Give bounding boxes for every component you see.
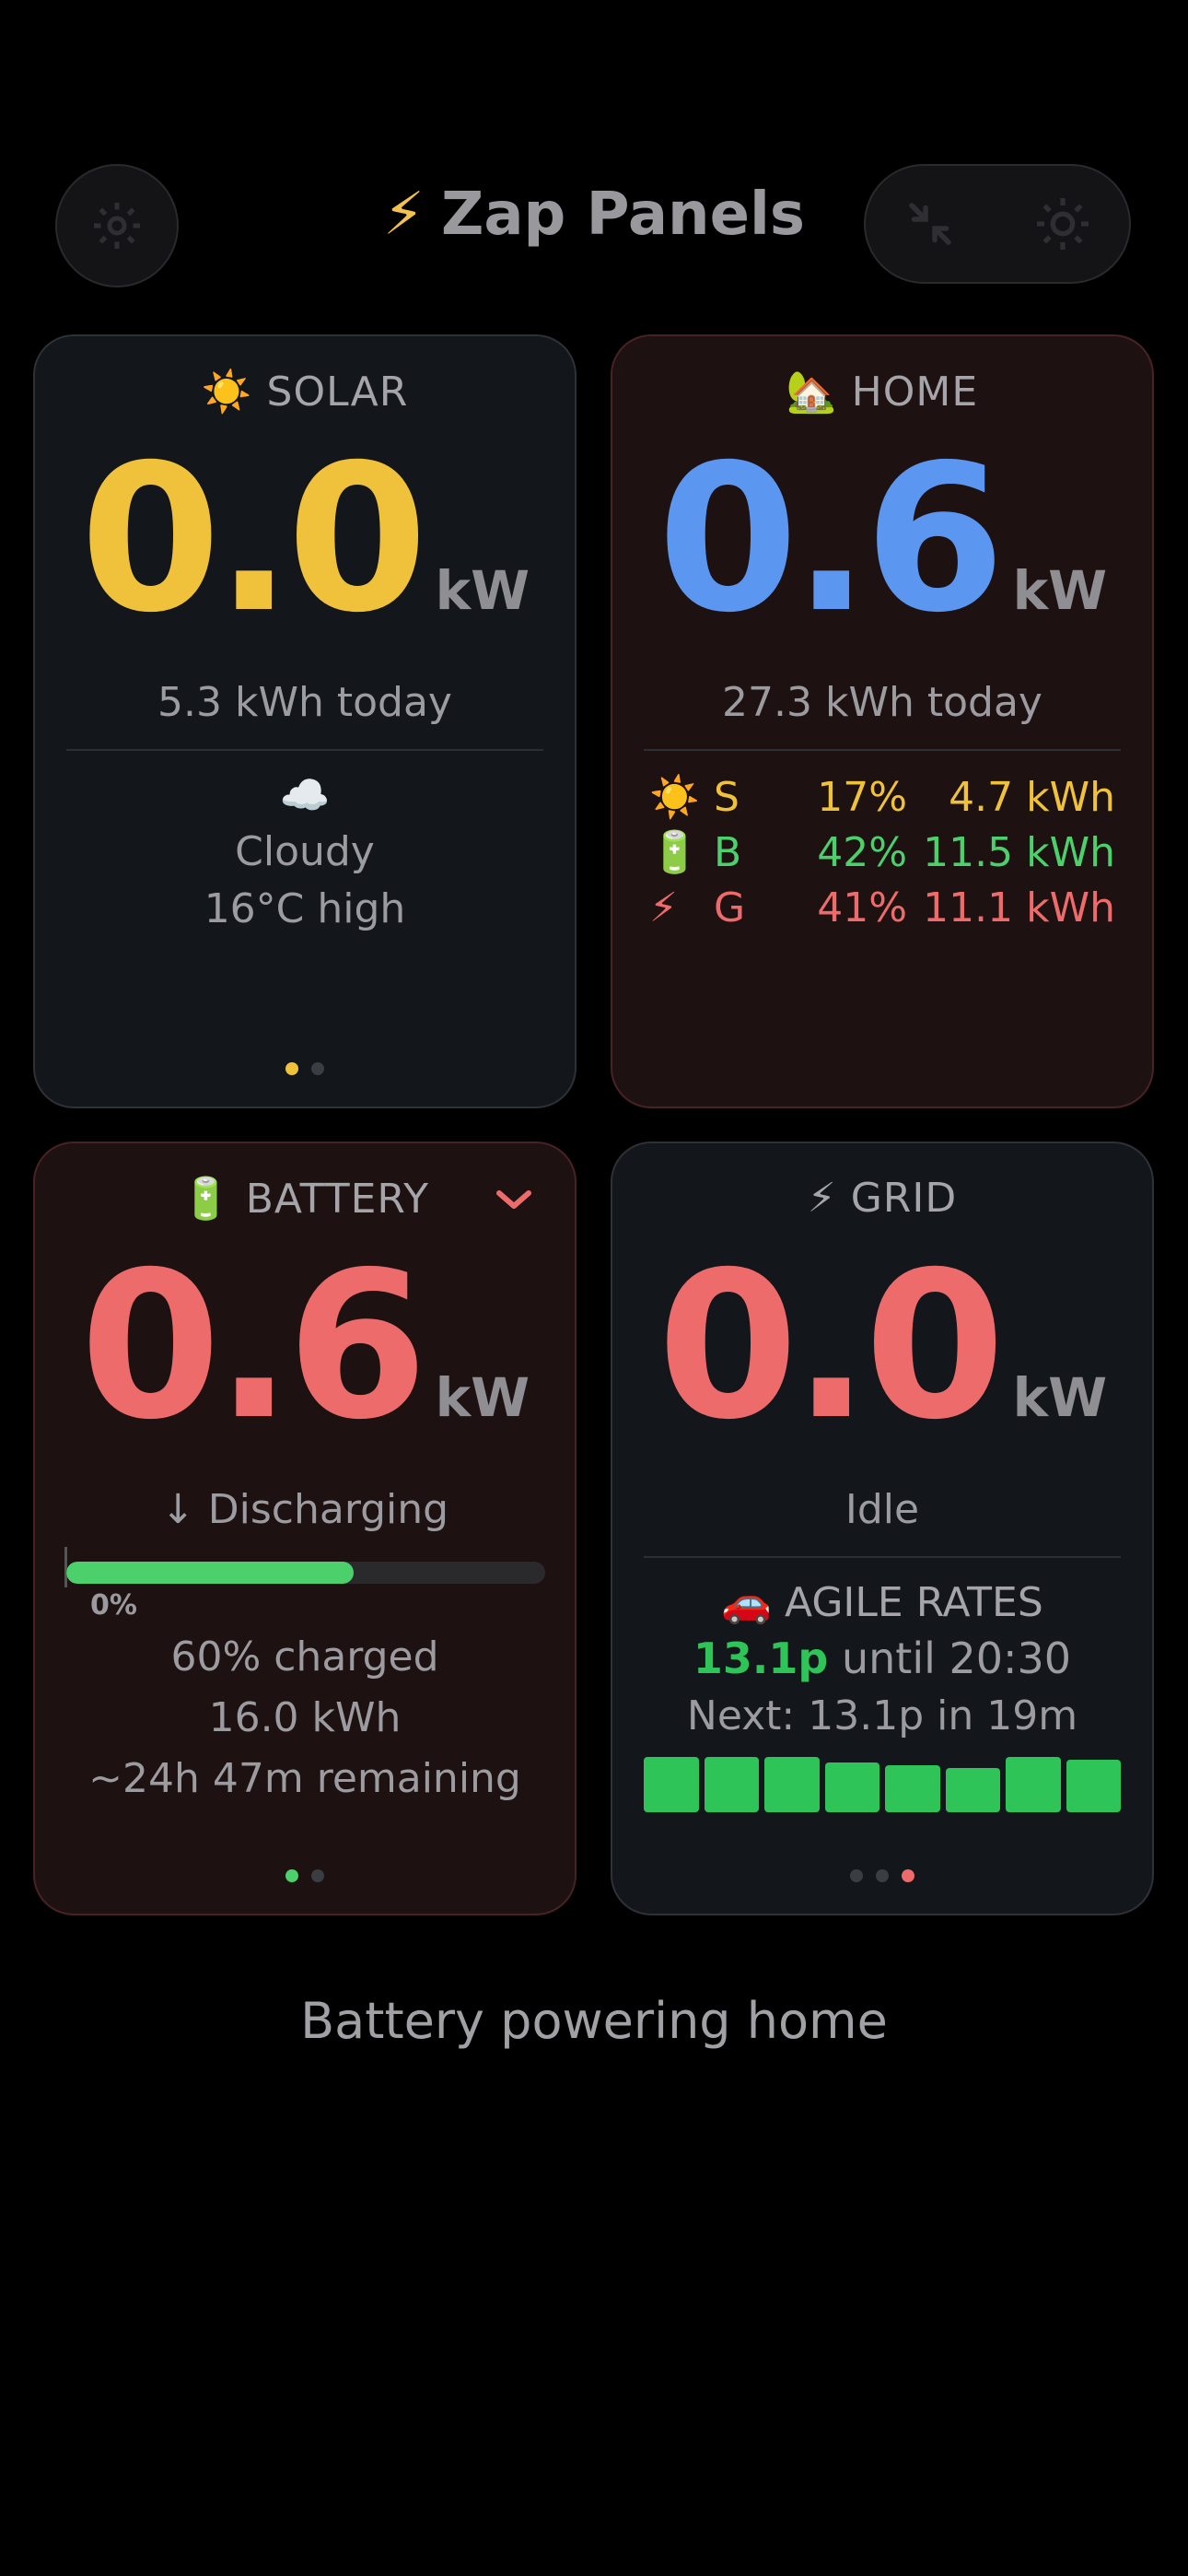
rate-bars [644, 1757, 1121, 1812]
page-dot-active [902, 1869, 914, 1882]
home-today: 27.3 kWh today [722, 679, 1042, 726]
solar-today: 5.3 kWh today [157, 679, 452, 726]
bolt-icon: ⚡ [807, 1175, 837, 1222]
battery-card[interactable]: 🔋 BATTERY 0.6 kW ↓ Discharging 0% 60% cha… [33, 1142, 577, 1915]
weather-condition: Cloudy [235, 828, 375, 875]
weather-high: 16°C high [204, 885, 406, 932]
mix-percent: 17% [817, 773, 907, 821]
mix-row-battery: 🔋 B 42% 11.5 kWh [649, 825, 1115, 880]
mix-row-solar: ☀️ S 17% 4.7 kWh [649, 769, 1115, 825]
rate-bar [824, 1762, 879, 1812]
charge-bar-fill [66, 1562, 354, 1584]
energy-mix: ☀️ S 17% 4.7 kWh 🔋 B 42% 11.5 kWh ⚡ G 41… [649, 769, 1115, 935]
house-icon: 🏡 [786, 369, 838, 416]
rate-bar [644, 1757, 699, 1812]
home-card-header: 🏡 HOME [612, 368, 1152, 416]
charge-bar-tick: 0% [90, 1589, 137, 1622]
divider [644, 1556, 1121, 1558]
next-rate: Next: 13.1p in 19m [686, 1692, 1078, 1739]
grid-card[interactable]: ⚡ GRID 0.0 kW Idle 🚗 AGILE RATES 13.1p un… [611, 1142, 1154, 1915]
page-indicator[interactable] [35, 1062, 575, 1075]
rate-bar [704, 1757, 759, 1812]
current-rate: 13.1p until 20:30 [612, 1633, 1152, 1683]
charge-bar [66, 1562, 545, 1584]
rates-header: 🚗 AGILE RATES [612, 1578, 1152, 1626]
mix-percent: 42% [817, 828, 907, 876]
app-title: Zap Panels [440, 181, 805, 249]
battery-energy: 16.0 kWh [208, 1694, 402, 1741]
rate-bar [885, 1765, 940, 1812]
divider [66, 749, 543, 751]
rate-bar [1006, 1757, 1061, 1812]
collapse-icon[interactable] [903, 196, 958, 252]
home-power-value: 0.6 [657, 421, 1006, 657]
grid-power-unit: kW [1012, 1366, 1108, 1429]
sun-icon[interactable] [1033, 194, 1092, 253]
rate-bar [1066, 1760, 1121, 1812]
charge-percent: 60% charged [170, 1633, 439, 1680]
rates-label: AGILE RATES [785, 1579, 1043, 1626]
home-power-unit: kW [1012, 559, 1108, 622]
solar-card[interactable]: ☀️ SOLAR 0.0 kW 5.3 kWh today ☁️ Cloudy 1… [33, 334, 577, 1108]
battery-power: 0.6 kW [35, 1245, 575, 1447]
divider [644, 749, 1121, 751]
battery-label: BATTERY [245, 1176, 430, 1223]
grid-power: 0.0 kW [612, 1245, 1152, 1447]
view-controls [864, 164, 1131, 284]
grid-state: Idle [844, 1486, 920, 1533]
battery-power-unit: kW [435, 1366, 530, 1429]
battery-state: ↓ Discharging [160, 1486, 449, 1533]
page-dot [311, 1869, 324, 1882]
mix-percent: 41% [817, 884, 907, 931]
page-dot [876, 1869, 889, 1882]
chevron-down-icon[interactable] [494, 1186, 534, 1213]
grid-card-header: ⚡ GRID [612, 1175, 1152, 1222]
solar-power-unit: kW [435, 559, 530, 622]
mix-energy: 11.1 kWh [923, 884, 1115, 931]
solar-card-header: ☀️ SOLAR [35, 368, 575, 416]
page-dot [311, 1062, 324, 1075]
mix-energy: 4.7 kWh [949, 773, 1115, 821]
page-indicator[interactable] [35, 1869, 575, 1882]
current-rate-value: 13.1p [693, 1633, 829, 1683]
battery-power-value: 0.6 [79, 1228, 428, 1464]
car-icon: 🚗 [721, 1579, 772, 1626]
rate-bar [945, 1768, 1000, 1812]
bolt-icon: ⚡ [649, 884, 678, 931]
home-power: 0.6 kW [612, 438, 1152, 640]
solar-label: SOLAR [266, 369, 409, 416]
battery-icon: 🔋 [649, 829, 700, 876]
bolt-icon: ⚡ [383, 181, 425, 249]
mix-letter: G [714, 884, 746, 931]
solar-power-value: 0.0 [79, 421, 428, 657]
battery-remaining: ~24h 47m remaining [88, 1755, 521, 1802]
mix-energy: 11.5 kWh [923, 828, 1115, 876]
home-card[interactable]: 🏡 HOME 0.6 kW 27.3 kWh today ☀️ S 17% 4.7… [611, 334, 1154, 1108]
grid-label: GRID [850, 1175, 958, 1222]
rate-bar [764, 1757, 820, 1812]
grid-power-value: 0.0 [657, 1228, 1006, 1464]
sun-icon: ☀️ [649, 774, 700, 821]
solar-power: 0.0 kW [35, 438, 575, 640]
page-indicator[interactable] [612, 1869, 1152, 1882]
page-dot [850, 1869, 863, 1882]
mix-letter: B [714, 828, 742, 876]
battery-icon: 🔋 [180, 1176, 232, 1223]
page-dot-active [285, 1869, 298, 1882]
page-dot-active [285, 1062, 298, 1075]
current-rate-until: until 20:30 [841, 1633, 1072, 1683]
cloud-icon: ☁️ [279, 772, 331, 819]
mix-letter: S [714, 773, 740, 821]
mix-row-grid: ⚡ G 41% 11.1 kWh [649, 880, 1115, 935]
sun-icon: ☀️ [201, 369, 253, 416]
status-message: Battery powering home [300, 1992, 888, 2050]
home-label: HOME [851, 369, 979, 416]
